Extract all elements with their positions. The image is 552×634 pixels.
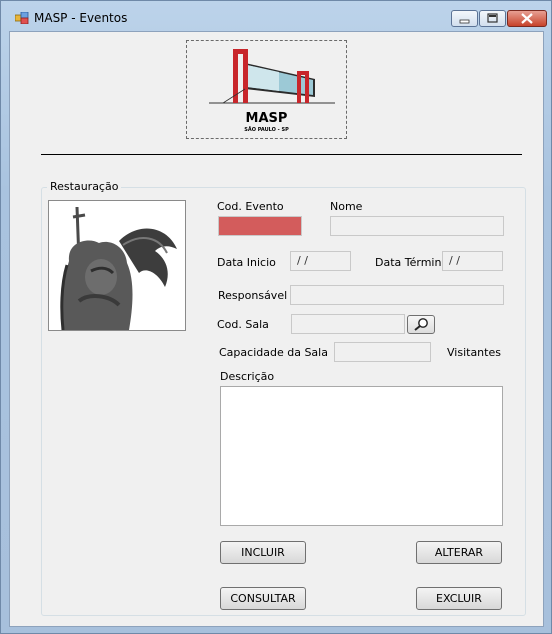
nome-label: Nome (330, 200, 363, 213)
application-window: MASP - Eventos MASP SÃO PAULO - SP Resta… (0, 0, 552, 634)
descricao-label: Descrição (220, 370, 275, 383)
group-title: Restauração (47, 180, 122, 193)
app-icon (15, 12, 29, 24)
capacidade-field[interactable] (334, 342, 431, 362)
incluir-button[interactable]: INCLUIR (220, 541, 306, 564)
cod-sala-label: Cod. Sala (217, 318, 269, 331)
consultar-button[interactable]: CONSULTAR (220, 587, 306, 610)
close-button[interactable] (507, 10, 547, 27)
magnifier-icon (414, 318, 428, 331)
title-bar[interactable]: MASP - Eventos (1, 1, 551, 33)
responsavel-field[interactable] (290, 285, 504, 305)
maximize-icon (487, 13, 498, 23)
statue-image (49, 201, 185, 330)
masp-logo: MASP SÃO PAULO - SP (186, 40, 347, 139)
logo-title: MASP (245, 111, 288, 126)
separator-line (41, 154, 522, 155)
minimize-button[interactable] (451, 10, 478, 27)
excluir-button[interactable]: EXCLUIR (416, 587, 502, 610)
close-icon (521, 13, 533, 24)
cod-evento-field[interactable] (218, 216, 302, 236)
data-termino-label: Data Término (375, 256, 449, 269)
nome-field[interactable] (330, 216, 504, 236)
minimize-icon (459, 19, 470, 24)
data-inicio-field[interactable]: / / (290, 251, 351, 271)
logo-subtitle: SÃO PAULO - SP (244, 127, 289, 133)
responsavel-label: Responsável (218, 289, 288, 302)
alterar-button[interactable]: ALTERAR (416, 541, 502, 564)
search-sala-button[interactable] (407, 315, 435, 334)
maximize-button[interactable] (479, 10, 506, 27)
visitantes-label: Visitantes (447, 346, 501, 359)
descricao-textarea[interactable] (220, 386, 503, 526)
window-title: MASP - Eventos (34, 11, 128, 25)
form-client-area: MASP SÃO PAULO - SP Restauração Cod. Eve… (9, 31, 544, 627)
data-termino-field[interactable]: / / (442, 251, 503, 271)
cod-evento-label: Cod. Evento (217, 200, 284, 213)
capacidade-label: Capacidade da Sala (219, 346, 328, 359)
data-inicio-label: Data Inicio (217, 256, 276, 269)
cod-sala-field[interactable] (291, 314, 405, 334)
event-photo (48, 200, 186, 331)
